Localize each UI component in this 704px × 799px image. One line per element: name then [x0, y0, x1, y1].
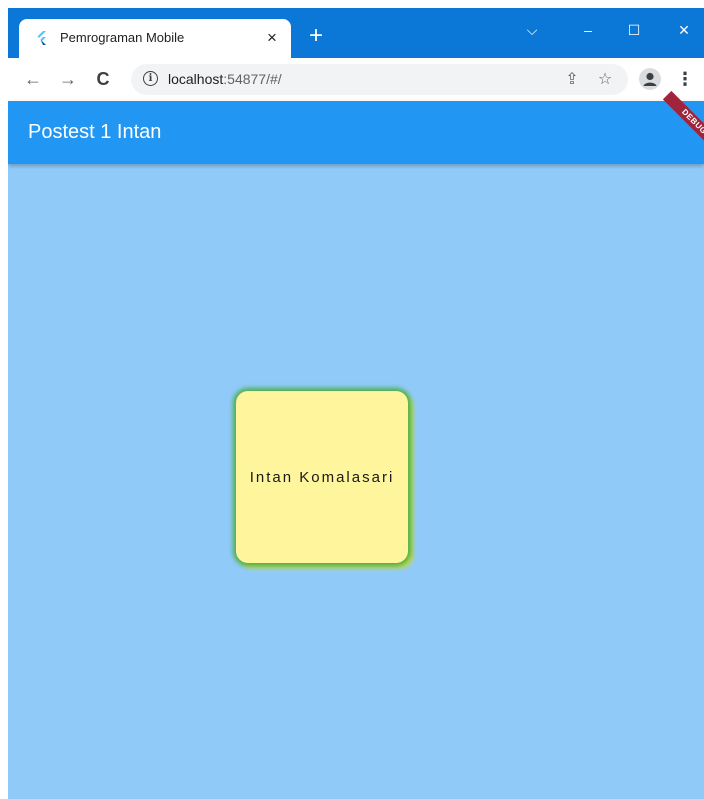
name-card: Intan Komalasari [236, 391, 408, 563]
app-bar-title: Postest 1 Intan [28, 121, 162, 143]
forward-button[interactable]: → [55, 66, 81, 92]
minimize-button[interactable]: – [568, 16, 608, 44]
flutter-icon [35, 31, 49, 45]
person-icon[interactable] [639, 68, 661, 90]
new-tab-button[interactable]: + [304, 24, 328, 49]
browser-toolbar: ← → C i localhost:54877/#/ ⇪ ☆ ⋮ [8, 58, 704, 101]
tab-close-icon[interactable]: × [262, 28, 282, 48]
close-window-button[interactable]: ✕ [664, 16, 704, 44]
tab-search-icon[interactable]: ⌵ [512, 16, 552, 44]
address-bar[interactable]: i localhost:54877/#/ ⇪ ☆ [131, 64, 628, 95]
url-host: localhost [168, 71, 224, 87]
reload-button[interactable]: C [90, 66, 116, 92]
card-name-text: Intan Komalasari [249, 469, 395, 486]
app-bar: Postest 1 Intan [8, 101, 704, 164]
url-path: :54877/#/ [223, 71, 282, 87]
tab-title: Pemrograman Mobile [60, 30, 185, 45]
share-icon[interactable]: ⇪ [561, 69, 583, 91]
tab-pemrograman-mobile[interactable]: Pemrograman Mobile × [19, 19, 291, 58]
back-button[interactable]: ← [20, 66, 46, 92]
maximize-button[interactable]: ☐ [614, 16, 654, 44]
browser-menu-button[interactable]: ⋮ [676, 66, 694, 92]
tab-strip: Pemrograman Mobile × + ⌵ – ☐ ✕ [8, 8, 704, 58]
app-body: Intan Komalasari [8, 164, 704, 799]
info-icon[interactable]: i [143, 71, 158, 86]
url-text[interactable]: localhost:54877/#/ [168, 71, 282, 87]
browser-window: Pemrograman Mobile × + ⌵ – ☐ ✕ ← → C i l… [8, 8, 704, 799]
bookmark-star-icon[interactable]: ☆ [594, 69, 616, 91]
window-edge [0, 8, 8, 799]
